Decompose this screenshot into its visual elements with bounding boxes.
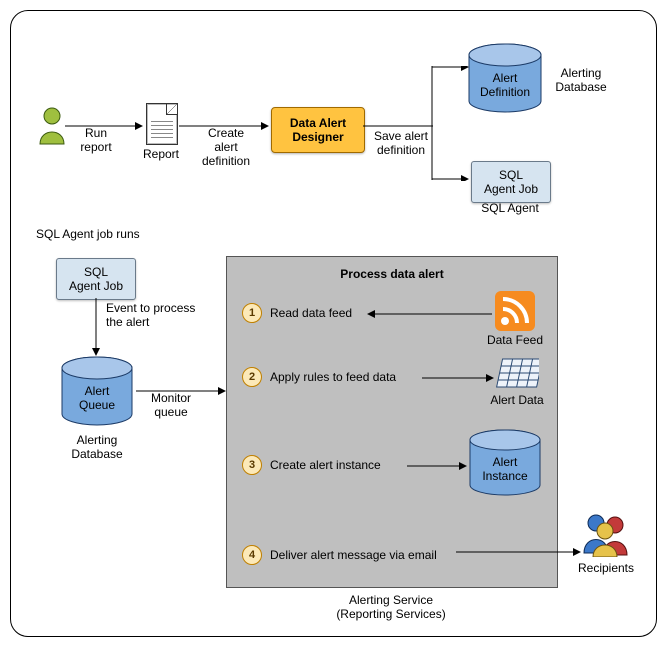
alerting-db-top-label: AlertingDatabase: [551, 66, 611, 94]
create-def-label: Createalertdefinition: [191, 126, 261, 168]
data-feed-icon: [495, 291, 535, 331]
step-3-label: Create alert instance: [270, 458, 381, 472]
alerting-service-caption: Alerting Service(Reporting Services): [226, 593, 556, 621]
user-icon: [36, 106, 68, 146]
sql-agent-job-top-text: SQLAgent Job: [484, 168, 538, 196]
alerting-db-bottom-label: AlertingDatabase: [61, 433, 133, 461]
step-4-row: 4 Deliver alert message via email: [242, 545, 437, 565]
report-icon: [146, 103, 178, 145]
alert-definition-text: AlertDefinition: [466, 71, 544, 99]
monitor-queue-label: Monitorqueue: [141, 391, 201, 419]
step-4-num: 4: [242, 545, 262, 565]
recipients-icon: [581, 511, 631, 557]
arrow-alertdata: [422, 373, 494, 383]
arrow-datafeed: [367, 309, 492, 319]
arrow-to-recipients: [456, 547, 581, 557]
step-1-row: 1 Read data feed: [242, 303, 352, 323]
arrow-1: [65, 121, 143, 131]
sql-agent-job-top: SQLAgent Job: [471, 161, 551, 203]
alerting-service-title: Process data alert: [227, 267, 557, 281]
recipients-label: Recipients: [571, 561, 641, 575]
job-runs-label: SQL Agent job runs: [36, 227, 140, 241]
report-label: Report: [136, 147, 186, 161]
step-2-num: 2: [242, 367, 262, 387]
step-4-label: Deliver alert message via email: [270, 548, 437, 562]
alert-instance-cylinder: AlertInstance: [467, 429, 543, 499]
step-3-row: 3 Create alert instance: [242, 455, 381, 475]
sql-agent-label: SQL Agent: [471, 201, 549, 215]
designer-text: Data AlertDesigner: [290, 116, 346, 144]
save-def-label: Save alertdefinition: [366, 129, 436, 157]
sql-agent-job-bottom: SQLAgent Job: [56, 258, 136, 300]
data-alert-designer-box: Data AlertDesigner: [271, 107, 365, 153]
alert-queue-text: AlertQueue: [59, 384, 135, 412]
alert-instance-text: AlertInstance: [467, 455, 543, 483]
sql-agent-job-bottom-text: SQLAgent Job: [69, 265, 123, 293]
step-1-num: 1: [242, 303, 262, 323]
arrow-instance: [407, 461, 467, 471]
alert-definition-cylinder: AlertDefinition: [466, 43, 544, 115]
arrow-job-to-queue: [91, 298, 101, 356]
alert-data-label: Alert Data: [485, 393, 549, 407]
alerting-service-panel: Process data alert 1 Read data feed Data…: [226, 256, 558, 588]
diagram-frame: Runreport Report Createalertdefinition D…: [10, 10, 657, 637]
step-2-row: 2 Apply rules to feed data: [242, 367, 396, 387]
alert-queue-cylinder: AlertQueue: [59, 356, 135, 428]
event-to-process-label: Event to processthe alert: [106, 301, 216, 329]
data-feed-label: Data Feed: [485, 333, 545, 347]
step-1-label: Read data feed: [270, 306, 352, 320]
branch-lines: [431, 66, 471, 181]
alert-data-icon: [495, 357, 539, 391]
step-3-num: 3: [242, 455, 262, 475]
step-2-label: Apply rules to feed data: [270, 370, 396, 384]
